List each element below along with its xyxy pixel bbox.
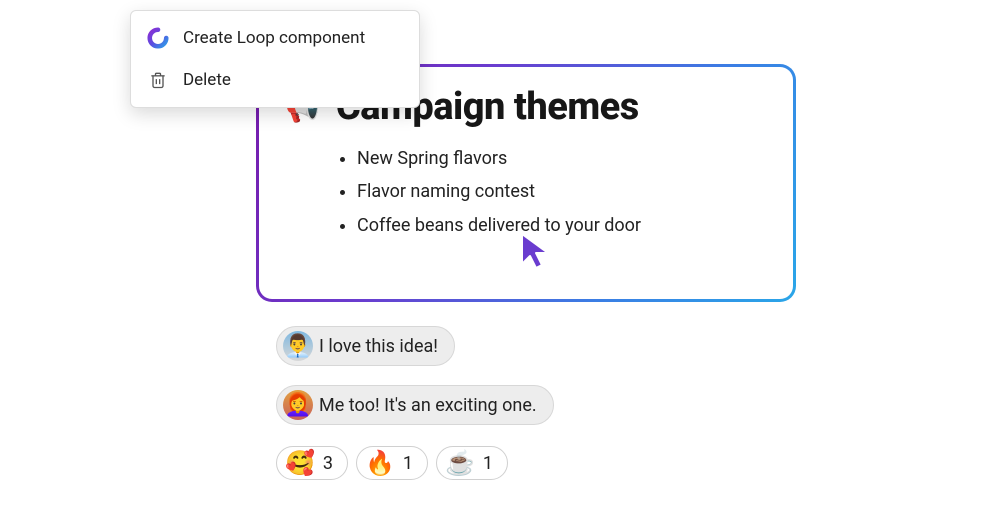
create-loop-component-menu-item[interactable]: Create Loop component [131,17,419,59]
cursor-icon [516,230,554,276]
reaction-fire[interactable]: 🔥 1 [356,446,428,480]
trash-icon [147,69,169,91]
chat-reply[interactable]: 👨‍💼 I love this idea! [276,326,455,366]
chat-reply-text: Me too! It's an exciting one. [319,395,537,416]
loop-icon [147,27,169,49]
delete-menu-item[interactable]: Delete [131,59,419,101]
context-menu: Create Loop component Delete [130,10,420,108]
reaction-count: 1 [403,453,413,474]
loop-bullet-list: New Spring flavors Flavor naming contest… [357,147,767,237]
reaction-coffee[interactable]: ☕ 1 [436,446,508,480]
menu-item-label: Delete [183,70,231,90]
coffee-icon: ☕ [445,451,475,475]
avatar: 👩‍🦰 [283,390,313,420]
list-item[interactable]: Coffee beans delivered to your door [357,214,767,237]
list-item[interactable]: New Spring flavors [357,147,767,170]
heart-face-icon: 🥰 [285,451,315,475]
reactions-bar: 🥰 3 🔥 1 ☕ 1 [276,446,508,480]
reaction-count: 1 [483,453,493,474]
fire-icon: 🔥 [365,451,395,475]
reaction-heart-face[interactable]: 🥰 3 [276,446,348,480]
avatar: 👨‍💼 [283,331,313,361]
chat-reply[interactable]: 👩‍🦰 Me too! It's an exciting one. [276,385,554,425]
menu-item-label: Create Loop component [183,28,365,48]
reaction-count: 3 [323,453,333,474]
chat-reply-text: I love this idea! [319,336,438,357]
list-item[interactable]: Flavor naming contest [357,180,767,203]
